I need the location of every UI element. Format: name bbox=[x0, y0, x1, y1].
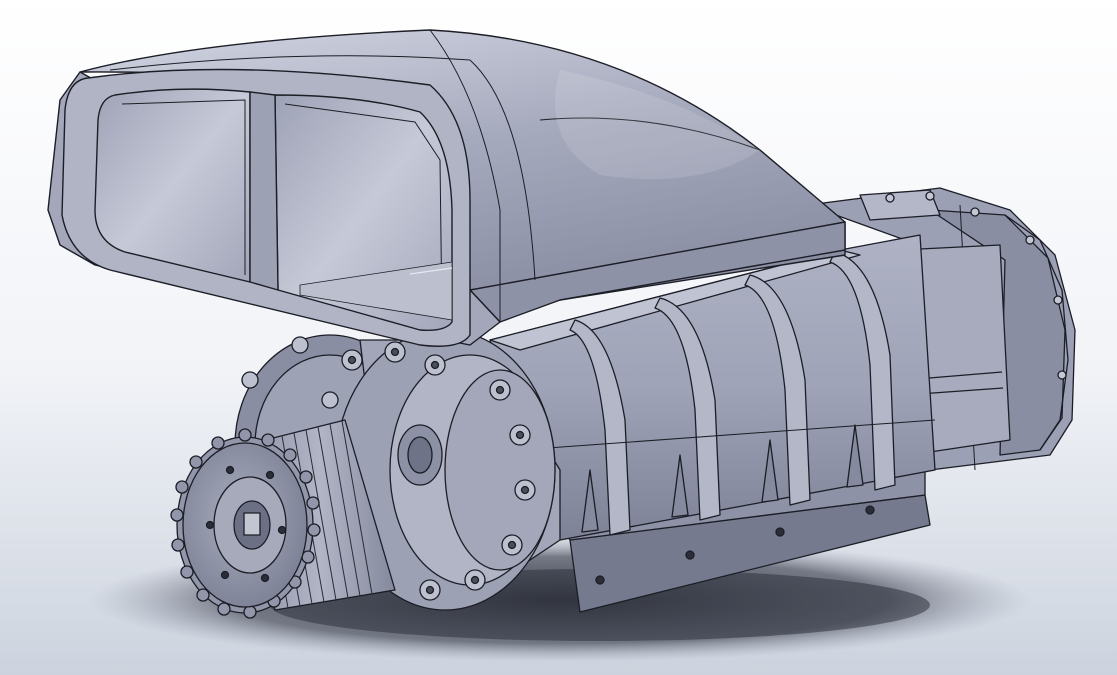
supercharger-render bbox=[0, 0, 1117, 675]
cad-viewport[interactable] bbox=[0, 0, 1117, 675]
